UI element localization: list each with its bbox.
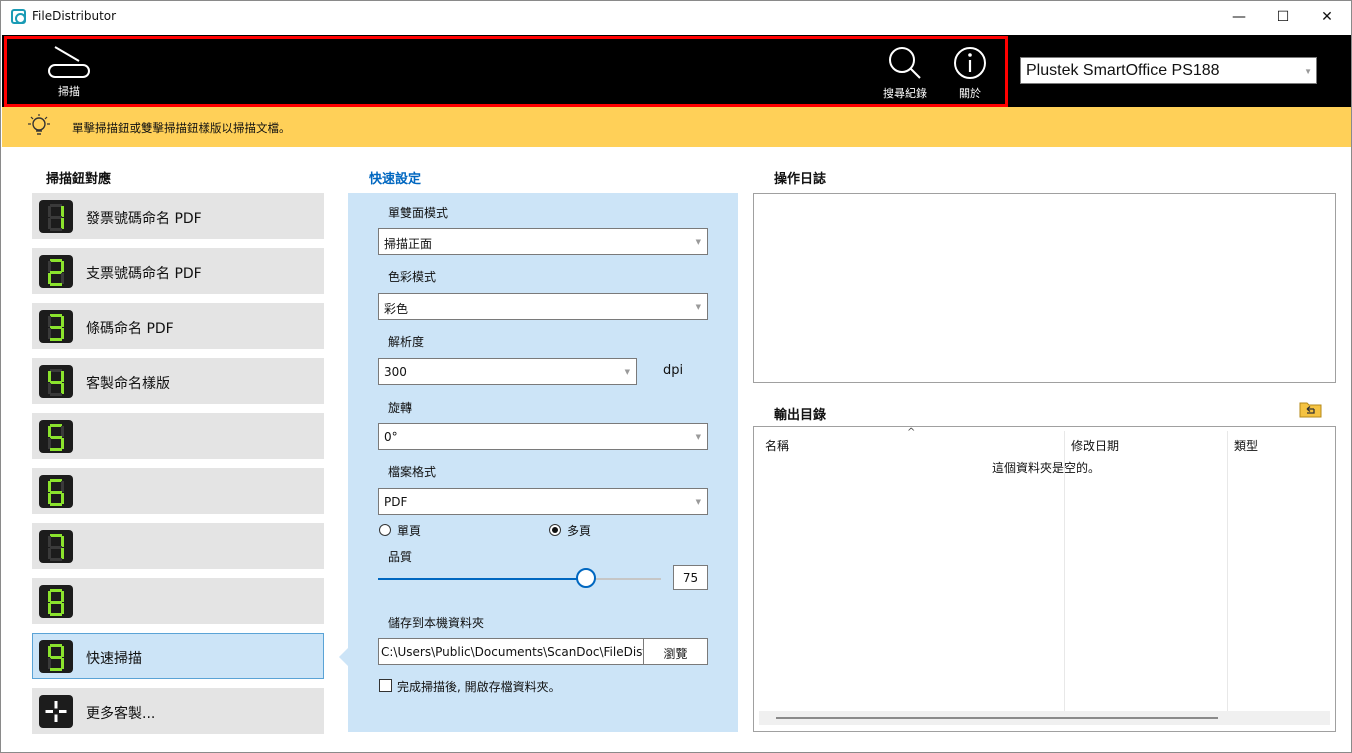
save-folder-label: 儲存到本機資料夾 (388, 616, 485, 630)
scan-button-label: 快速掃描 (86, 651, 142, 667)
file-format-label: 檔案格式 (388, 465, 437, 479)
scan-button-1[interactable]: 發票號碼命名 PDF (32, 193, 324, 239)
app-logo-icon (11, 9, 26, 24)
device-select-value: Plustek SmartOffice PS188 (1026, 62, 1220, 79)
scan-button-3[interactable]: 條碼命名 PDF (32, 303, 324, 349)
scan-button-5[interactable] (32, 413, 324, 459)
scan-button-8[interactable] (32, 578, 324, 624)
digit-1-icon (39, 200, 73, 233)
dpi-unit: dpi (663, 363, 684, 378)
quality-slider-thumb[interactable] (576, 568, 596, 588)
scrollbar-thumb[interactable] (776, 717, 1218, 719)
chevron-down-icon: ▼ (695, 238, 701, 246)
toolbar-highlight-frame (4, 36, 1008, 107)
close-button[interactable]: ✕ (1304, 1, 1350, 33)
scan-button-9[interactable]: 快速掃描 (32, 633, 324, 679)
duplex-value: 掃描正面 (384, 237, 433, 251)
duplex-label: 單雙面模式 (388, 206, 449, 220)
scan-button-2[interactable]: 支票號碼命名 PDF (32, 248, 324, 294)
rotation-label: 旋轉 (388, 401, 413, 415)
single-page-label: 單頁 (397, 524, 422, 538)
more-custom-button[interactable]: 更多客製... (32, 688, 324, 734)
resolution-label: 解析度 (388, 335, 425, 349)
quality-label: 品質 (388, 550, 413, 564)
digit-3-icon (39, 310, 73, 343)
chevron-down-icon: ▼ (695, 498, 701, 506)
open-folder-label: 完成掃描後, 開啟存檔資料夾。 (397, 680, 561, 694)
multi-page-label: 多頁 (567, 524, 592, 538)
horizontal-scrollbar[interactable] (759, 711, 1330, 725)
more-custom-label: 更多客製... (86, 706, 156, 722)
browse-button[interactable]: 瀏覽 (643, 638, 708, 665)
output-list: 名稱 ^ 修改日期 類型 這個資料夾是空的。 (753, 426, 1336, 732)
multi-page-radio[interactable] (549, 524, 561, 536)
digit-5-icon (39, 420, 73, 453)
window-title: FileDistributor (32, 9, 117, 23)
digit-9-icon (39, 640, 73, 673)
open-folder-checkbox[interactable] (379, 679, 392, 692)
folder-up-icon[interactable] (1299, 400, 1322, 418)
column-header-name[interactable]: 名稱 (765, 437, 789, 454)
scan-button-6[interactable] (32, 468, 324, 514)
chevron-down-icon: ▼ (624, 368, 630, 376)
scan-button-label: 客製命名樣版 (86, 376, 170, 392)
minimize-button[interactable]: — (1216, 1, 1262, 33)
app-window: FileDistributor — ☐ ✕ 掃描 搜尋紀錄 關於 Plustek… (0, 0, 1352, 753)
panel-pointer (339, 648, 348, 666)
empty-folder-message: 這個資料夾是空的。 (992, 461, 1101, 475)
digit-6-icon (39, 475, 73, 508)
column-header-type[interactable]: 類型 (1234, 437, 1258, 454)
log-area (753, 193, 1336, 383)
scan-button-label: 條碼命名 PDF (86, 321, 174, 337)
scan-button-label: 支票號碼命名 PDF (86, 266, 202, 282)
column-header-modified[interactable]: 修改日期 (1071, 437, 1119, 454)
rotation-select[interactable]: 0° ▼ (378, 423, 708, 450)
duplex-select[interactable]: 掃描正面 ▼ (378, 228, 708, 255)
plus-icon (39, 695, 73, 728)
resolution-value: 300 (384, 365, 407, 379)
color-mode-label: 色彩模式 (388, 270, 437, 284)
quick-settings-title: 快速設定 (369, 172, 422, 187)
output-title: 輸出目錄 (774, 408, 827, 423)
chevron-down-icon: ▼ (695, 303, 701, 311)
scan-button-7[interactable] (32, 523, 324, 569)
digit-7-icon (39, 530, 73, 563)
file-format-value: PDF (384, 495, 408, 509)
button-map-title: 掃描鈕對應 (46, 172, 112, 187)
quality-slider-fill (378, 578, 586, 580)
title-bar: FileDistributor — ☐ ✕ (1, 1, 1351, 33)
maximize-button[interactable]: ☐ (1260, 1, 1306, 33)
scan-button-label: 發票號碼命名 PDF (86, 211, 202, 227)
resolution-select[interactable]: 300 ▼ (378, 358, 637, 385)
digit-4-icon (39, 365, 73, 398)
scan-button-4[interactable]: 客製命名樣版 (32, 358, 324, 404)
chevron-down-icon: ▼ (695, 433, 701, 441)
hint-text: 單擊掃描鈕或雙擊掃描鈕樣版以掃描文檔。 (72, 121, 291, 135)
color-mode-value: 彩色 (384, 302, 409, 316)
digit-2-icon (39, 255, 73, 288)
rotation-value: 0° (384, 430, 398, 444)
sort-up-icon: ^ (907, 427, 916, 438)
device-select[interactable]: Plustek SmartOffice PS188 ▼ (1020, 57, 1317, 84)
chevron-down-icon: ▼ (1304, 67, 1312, 76)
single-page-radio[interactable] (379, 524, 391, 536)
file-format-select[interactable]: PDF ▼ (378, 488, 708, 515)
digit-8-icon (39, 585, 73, 618)
hint-bar: 單擊掃描鈕或雙擊掃描鈕樣版以掃描文檔。 (2, 107, 1351, 147)
save-path-input[interactable]: C:\Users\Public\Documents\ScanDoc\FileDi… (378, 638, 644, 665)
lightbulb-icon (28, 114, 50, 135)
column-separator (1227, 431, 1228, 711)
log-title: 操作日誌 (774, 172, 827, 187)
color-mode-select[interactable]: 彩色 ▼ (378, 293, 708, 320)
quality-value-box[interactable]: 75 (673, 565, 708, 590)
